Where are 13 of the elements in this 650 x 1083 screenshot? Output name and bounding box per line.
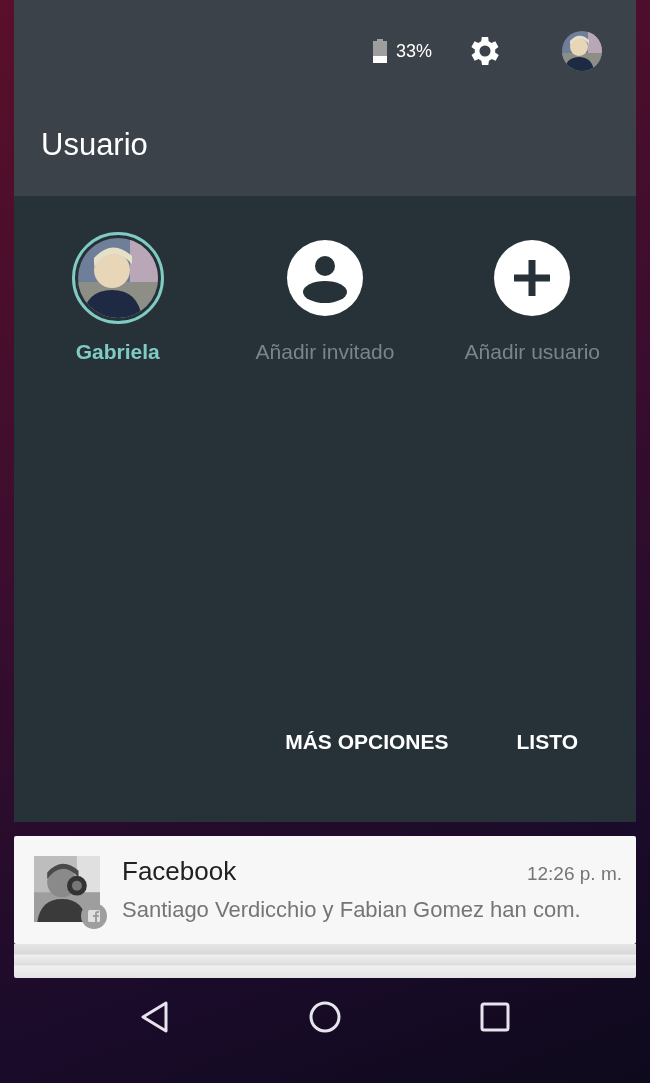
panel-title: Usuario [41, 127, 149, 163]
notification-card[interactable]: Facebook 12:26 p. m. Santiago Verdicchio y Fabian Gomez han com. [14, 836, 636, 944]
action-button[interactable]: MÁS OPCIONES [271, 722, 463, 762]
action-button[interactable]: LISTO [502, 722, 592, 762]
app-badge-icon [81, 903, 107, 929]
notification-app: Facebook [122, 856, 237, 887]
notification-time: 12:26 p. m. [526, 863, 622, 885]
add-icon [494, 240, 571, 316]
notification-text: Santiago Verdicchio y Fabian Gomez han com. [122, 897, 582, 923]
battery-percentage: 33% [395, 40, 432, 62]
user-item[interactable]: Gabriela [14, 232, 222, 364]
person-icon [287, 240, 363, 316]
battery-icon [372, 39, 387, 63]
